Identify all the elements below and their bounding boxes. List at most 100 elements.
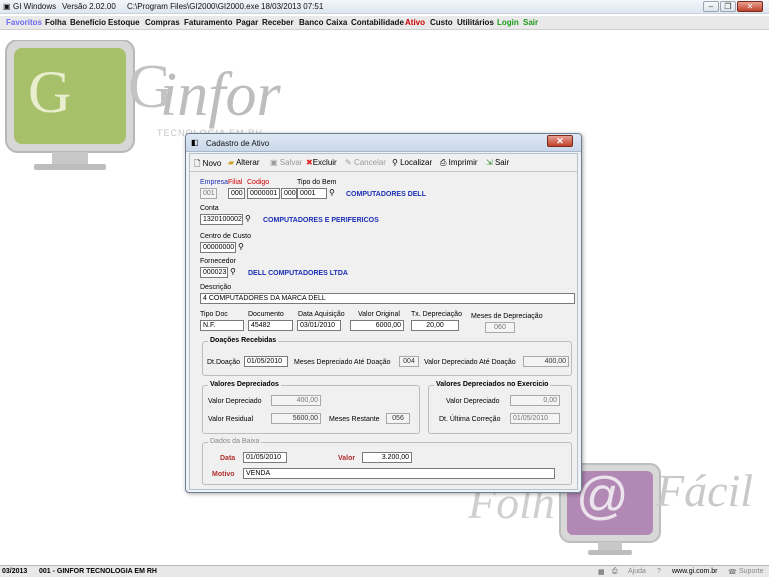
valor-depreciado-field: 400,00 bbox=[271, 395, 321, 406]
new-file-icon: 🗋 bbox=[194, 159, 201, 168]
documento-field[interactable]: 45482 bbox=[248, 320, 293, 331]
valor-original-field[interactable]: 6000,00 bbox=[350, 320, 404, 331]
menu-sair[interactable]: Sair bbox=[523, 18, 538, 27]
imprimir-button[interactable]: ⎙ Imprimir bbox=[440, 158, 478, 168]
status-bar: 03/2013 001 - GINFOR TECNOLOGIA EM RH ▦ … bbox=[0, 565, 769, 577]
valor-residual-label: Valor Residual bbox=[208, 416, 254, 423]
exercicio-group bbox=[428, 385, 572, 434]
save-icon: ▣ bbox=[270, 158, 278, 167]
descricao-field[interactable]: 4 COMPUTADORES DA MARCA DELL bbox=[200, 293, 575, 304]
menu-ativo[interactable]: Ativo bbox=[405, 18, 425, 27]
menu-receber[interactable]: Receber bbox=[262, 18, 294, 27]
menu-estoque[interactable]: Estoque bbox=[108, 18, 140, 27]
cancelar-button[interactable]: ✎ Cancelar bbox=[345, 158, 386, 167]
menu-banco[interactable]: Banco bbox=[299, 18, 323, 27]
status-support-icon[interactable]: ☎ bbox=[728, 568, 737, 576]
conta-label: Conta bbox=[200, 205, 219, 212]
tx-depreciacao-field[interactable]: 20,00 bbox=[411, 320, 459, 331]
printer-icon: ⎙ bbox=[440, 158, 447, 167]
codigo-suffix-field[interactable]: 000 bbox=[281, 188, 297, 199]
cancelar-label: Cancelar bbox=[353, 158, 386, 167]
exercicio-valor-field: 0,00 bbox=[510, 395, 560, 406]
window-titlebar: ◧ Cadastro de Ativo ✕ bbox=[186, 134, 581, 152]
data-aquisicao-field[interactable]: 03/01/2010 bbox=[297, 320, 341, 331]
status-help[interactable]: Ajuda bbox=[628, 568, 646, 575]
valor-depreciado-label: Valor Depreciado bbox=[208, 398, 262, 405]
menu-pagar[interactable]: Pagar bbox=[236, 18, 258, 27]
menu-utilitarios[interactable]: Utilitários bbox=[457, 18, 494, 27]
app-version: Versão 2.02.00 bbox=[62, 2, 116, 11]
baixa-data-field[interactable]: 01/05/2010 bbox=[243, 452, 287, 463]
dt-doacao-field[interactable]: 01/05/2010 bbox=[244, 356, 288, 367]
conta-search-icon[interactable]: ⚲ bbox=[245, 214, 251, 223]
novo-label: Novo bbox=[202, 159, 222, 168]
menu-faturamento[interactable]: Faturamento bbox=[184, 18, 232, 27]
novo-button[interactable]: 🗋 Novo bbox=[194, 158, 221, 172]
menu-favoritos[interactable]: Favoritos bbox=[6, 18, 42, 27]
exercicio-valor-label: Valor Depreciado bbox=[446, 398, 500, 405]
sair-label: Sair bbox=[494, 158, 510, 167]
menu-custo[interactable]: Custo bbox=[430, 18, 453, 27]
tipo-bem-search-icon[interactable]: ⚲ bbox=[329, 188, 335, 197]
sair-button[interactable]: ⇲ Sair bbox=[486, 158, 509, 167]
tipo-doc-field[interactable]: N.F. bbox=[200, 320, 244, 331]
meses-depreciacao-field: 060 bbox=[485, 322, 515, 333]
tipo-bem-field[interactable]: 0001 bbox=[297, 188, 327, 199]
menu-contabilidade[interactable]: Contabilidade bbox=[351, 18, 404, 27]
descricao-label: Descrição bbox=[200, 284, 232, 291]
valor-doacao-field: 400,00 bbox=[523, 356, 569, 367]
codigo-field[interactable]: 0000001 bbox=[247, 188, 280, 199]
app-titlebar: ▣ GI Windows Versão 2.02.00 C:\Program F… bbox=[0, 0, 769, 14]
baixa-valor-label: Valor bbox=[338, 455, 356, 462]
conta-field[interactable]: 1320100002 bbox=[200, 214, 243, 225]
menu-beneficio[interactable]: Benefício bbox=[70, 18, 106, 27]
fornecedor-description: DELL COMPUTADORES LTDA bbox=[248, 270, 348, 277]
alterar-button[interactable]: ▰ Alterar bbox=[228, 158, 260, 167]
excluir-button[interactable]: ✖Excluir bbox=[306, 158, 337, 167]
minimize-button[interactable]: – bbox=[703, 1, 719, 12]
localizar-button[interactable]: ⚲ Localizar bbox=[392, 158, 432, 167]
meses-doacao-label: Meses Depreciado Até Doação bbox=[294, 359, 391, 366]
cancel-icon: ✎ bbox=[345, 158, 352, 167]
app-datetime: 18/03/2013 07:51 bbox=[261, 2, 324, 11]
status-site[interactable]: www.gi.com.br bbox=[672, 568, 718, 575]
meses-restante-field: 056 bbox=[386, 413, 410, 424]
app-path: C:\Program Files\GI2000\GI2000.exe bbox=[127, 2, 260, 11]
data-aquisicao-label: Data Aquisição bbox=[298, 311, 345, 318]
tipo-bem-label: Tipo do Bem bbox=[297, 179, 337, 186]
status-print-icon[interactable]: ⎙ bbox=[612, 568, 618, 576]
baixa-motivo-field[interactable]: VENDA bbox=[243, 468, 555, 479]
depreciados-group bbox=[202, 385, 420, 434]
tipo-doc-label: Tipo Doc bbox=[200, 311, 228, 318]
alterar-label: Alterar bbox=[235, 158, 260, 167]
app-close-button[interactable]: ✕ bbox=[737, 1, 763, 12]
window-body: 🗋 Novo ▰ Alterar ▣ Salvar ✖Excluir ✎ Can… bbox=[189, 153, 578, 490]
empresa-field[interactable]: 001 bbox=[200, 188, 217, 199]
status-date: 03/2013 bbox=[2, 568, 28, 575]
centro-custo-field[interactable]: 00000000 bbox=[200, 242, 236, 253]
menu-login[interactable]: Login bbox=[497, 18, 519, 27]
status-grid-icon[interactable]: ▦ bbox=[598, 568, 605, 576]
status-support[interactable]: Suporte bbox=[739, 568, 764, 575]
menu-compras[interactable]: Compras bbox=[145, 18, 180, 27]
fornecedor-search-icon[interactable]: ⚲ bbox=[230, 267, 236, 276]
window-icon: ◧ bbox=[191, 138, 199, 147]
tx-depreciacao-label: Tx. Depreciação bbox=[411, 311, 462, 318]
baixa-valor-field[interactable]: 3.200,00 bbox=[362, 452, 412, 463]
filial-field[interactable]: 000 bbox=[228, 188, 245, 199]
window-close-button[interactable]: ✕ bbox=[547, 135, 573, 147]
salvar-label: Salvar bbox=[279, 158, 303, 167]
excluir-label: Excluir bbox=[312, 158, 337, 167]
status-help-icon[interactable]: ? bbox=[657, 568, 661, 575]
fornecedor-field[interactable]: 000023 bbox=[200, 267, 228, 278]
baixa-data-label: Data bbox=[220, 455, 236, 462]
menu-caixa[interactable]: Caixa bbox=[326, 18, 347, 27]
window-title: Cadastro de Ativo bbox=[206, 139, 270, 148]
dt-doacao-label: Dt.Doação bbox=[207, 359, 241, 366]
menu-folha[interactable]: Folha bbox=[45, 18, 66, 27]
restore-button[interactable]: ❐ bbox=[720, 1, 736, 12]
salvar-button[interactable]: ▣ Salvar bbox=[270, 158, 302, 167]
centro-custo-search-icon[interactable]: ⚲ bbox=[238, 242, 244, 251]
meses-restante-label: Meses Restante bbox=[329, 416, 380, 423]
doacoes-title: Doações Recebidas bbox=[208, 337, 279, 344]
